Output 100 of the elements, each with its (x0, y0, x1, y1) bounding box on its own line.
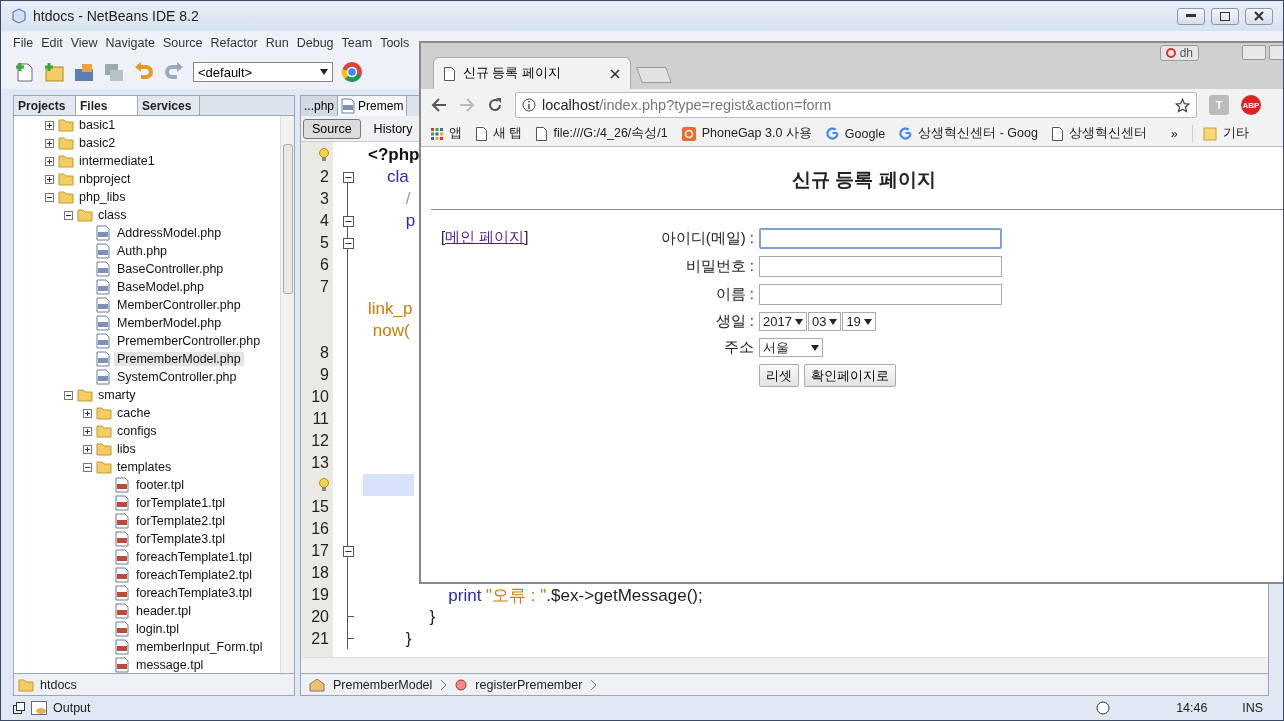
expand-icon[interactable] (82, 426, 92, 436)
input-field[interactable] (759, 284, 1002, 305)
tree-item[interactable]: configs (114, 424, 160, 438)
menu-item[interactable]: Navigate (101, 36, 159, 50)
date-dropdown[interactable]: 03 (807, 312, 842, 331)
tree-item[interactable]: PrememberModel.php (114, 352, 244, 366)
bookmark[interactable]: 앱 (431, 125, 462, 142)
menu-item[interactable]: Source (158, 36, 207, 50)
lightbulb-icon[interactable] (319, 478, 329, 492)
fold-icon[interactable] (342, 171, 354, 183)
tree-item[interactable]: AddressModel.php (114, 226, 225, 240)
expand-icon[interactable] (44, 156, 54, 166)
back-icon[interactable] (431, 97, 447, 113)
expand-icon[interactable] (44, 174, 54, 184)
scrollbar[interactable] (280, 116, 294, 673)
breadcrumb[interactable]: registerPremember (475, 677, 583, 692)
tree-item[interactable]: Auth.php (114, 244, 171, 258)
collapse-icon[interactable] (63, 210, 73, 220)
tree-item[interactable]: BaseModel.php (114, 280, 207, 294)
bookmark[interactable]: 상생혁신센터 - Goog (899, 125, 1038, 142)
reset-button[interactable]: 리셋 (759, 364, 799, 387)
view-tab[interactable]: History (364, 118, 422, 139)
tree-item[interactable]: libs (114, 442, 139, 456)
lightbulb-icon[interactable] (319, 148, 329, 162)
config-dropdown[interactable]: <default> (193, 62, 333, 82)
fold-icon[interactable] (342, 545, 354, 557)
window-icon[interactable] (13, 702, 25, 714)
browser-icon[interactable] (341, 61, 363, 83)
minimize-button[interactable] (1177, 7, 1205, 25)
tree-item[interactable]: smarty (95, 388, 139, 402)
tree-item[interactable]: php_libs (76, 190, 129, 204)
bookmark-folder[interactable]: 기타 (1191, 125, 1249, 142)
menu-item[interactable]: Debug (292, 36, 338, 50)
collapse-icon[interactable] (44, 192, 54, 202)
expand-icon[interactable] (82, 408, 92, 418)
expand-icon[interactable] (44, 138, 54, 148)
expand-icon[interactable] (44, 120, 54, 130)
bookmark[interactable]: PhoneGap 3.0 사용 (681, 125, 812, 142)
tree-item[interactable]: MemberController.php (114, 298, 244, 312)
menu-item[interactable]: Team (337, 36, 377, 50)
breadcrumb[interactable]: PrememberModel (333, 677, 433, 692)
close-icon[interactable] (610, 68, 620, 79)
notification-icon[interactable] (1096, 701, 1111, 715)
bookmark[interactable]: 상생혁신센터 (1051, 125, 1147, 142)
collapse-icon[interactable] (82, 462, 92, 472)
tree-item[interactable]: SystemController.php (114, 370, 240, 384)
tree-item[interactable]: cache (114, 406, 154, 420)
input-field[interactable] (759, 256, 1002, 277)
date-dropdown[interactable]: 2017 (759, 312, 807, 331)
profile-badge[interactable]: dh (1159, 45, 1199, 61)
menu-item[interactable]: View (66, 36, 102, 50)
horizontal-scrollbar[interactable] (301, 657, 1268, 673)
editor-tab[interactable]: Premem (338, 96, 408, 116)
address-dropdown[interactable]: 서울 (759, 338, 823, 357)
menu-item[interactable]: Edit (37, 36, 67, 50)
more-bookmarks[interactable]: » (1170, 126, 1178, 141)
tree-item[interactable]: login.tpl (133, 622, 183, 636)
main-page-link[interactable]: 메인 페이지 (445, 228, 525, 245)
tree-item[interactable]: class (95, 208, 130, 222)
fold-icon[interactable] (342, 237, 354, 249)
tree-item[interactable]: PrememberController.php (114, 334, 264, 348)
tree-item[interactable]: templates (114, 460, 175, 474)
expand-icon[interactable] (82, 444, 92, 454)
confirm-button[interactable]: 확인페이지로 (804, 364, 896, 387)
fold-icon[interactable] (342, 215, 354, 227)
tree-item[interactable]: MemberModel.php (114, 316, 225, 330)
tree-item[interactable]: forTemplate3.tpl (133, 532, 228, 546)
reload-icon[interactable] (487, 97, 503, 113)
editor-tab[interactable]: ...php (301, 96, 339, 116)
tree-item[interactable]: intermediate1 (76, 154, 158, 168)
tree-item[interactable]: foreachTemplate2.tpl (133, 568, 256, 582)
new-folder-icon[interactable] (43, 61, 65, 83)
tree-item[interactable]: basic1 (76, 118, 119, 132)
tree-item[interactable]: header.tpl (133, 604, 194, 618)
browser-tab[interactable]: 신규 등록 페이지 (433, 57, 631, 89)
tree-item[interactable]: footer.tpl (133, 478, 187, 492)
tree-item[interactable]: basic2 (76, 136, 119, 150)
tree-item[interactable]: nbproject (76, 172, 134, 186)
output-tab[interactable]: Output (53, 701, 1091, 715)
bookmark[interactable]: file:///G:/4_26/속성/1 (536, 125, 668, 142)
panel-tab[interactable]: Projects (14, 96, 76, 115)
new-file-icon[interactable] (13, 61, 35, 83)
date-dropdown[interactable]: 19 (842, 312, 876, 331)
address-bar[interactable]: localhost/index.php?type=regist&action=form (515, 92, 1197, 118)
menu-item[interactable]: File (9, 36, 38, 50)
tree-item[interactable]: message.tpl (133, 658, 207, 672)
tree-item[interactable]: forTemplate1.tpl (133, 496, 228, 510)
bookmark[interactable]: Google (825, 126, 886, 141)
menu-item[interactable]: Refactor (206, 36, 262, 50)
tree-item[interactable]: forTemplate2.tpl (133, 514, 228, 528)
tree-item[interactable]: memberInput_Form.tpl (133, 640, 266, 654)
menu-item[interactable]: Run (261, 36, 293, 50)
panel-tab[interactable]: Files (76, 96, 138, 115)
extension-button[interactable]: ABP (1241, 95, 1261, 115)
info-icon[interactable] (522, 98, 536, 112)
maximize-button[interactable] (1211, 7, 1239, 25)
star-icon[interactable] (1175, 97, 1190, 113)
view-tab[interactable]: Source (303, 118, 361, 139)
input-field[interactable] (759, 228, 1002, 249)
bookmark[interactable]: 새 탭 (476, 125, 523, 142)
